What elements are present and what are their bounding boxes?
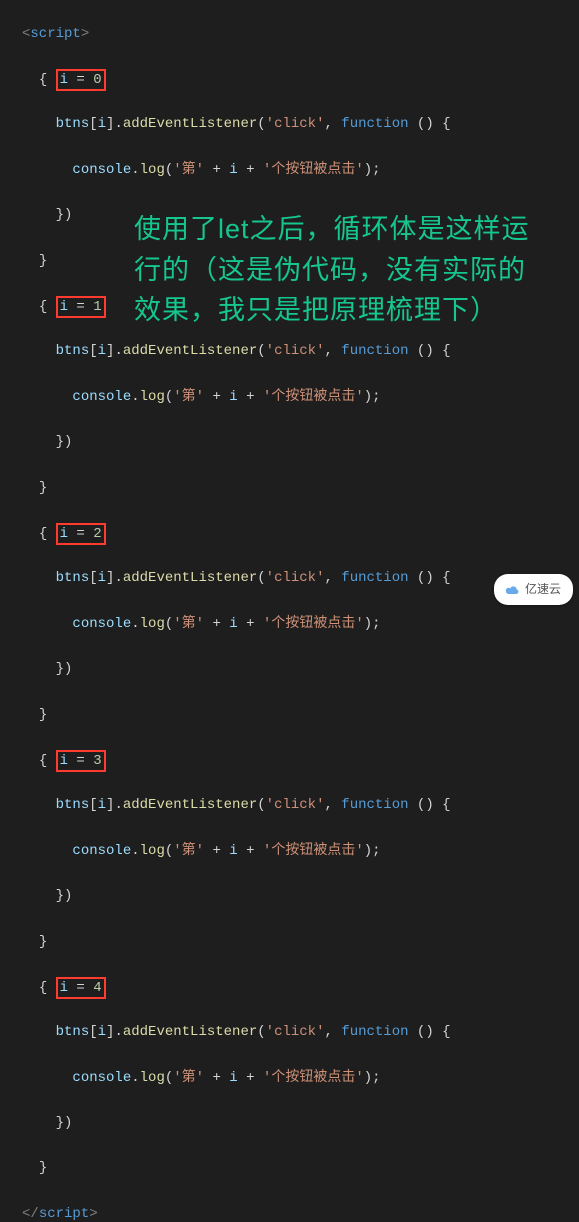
- watermark-badge: 亿速云: [494, 574, 573, 605]
- code-line: { i = 1: [22, 295, 579, 318]
- angle-bracket: >: [81, 26, 89, 42]
- angle-bracket: >: [89, 1206, 97, 1222]
- code-line: }: [22, 250, 579, 273]
- code-editor: <script> { i = 0 btns[i].addEventListene…: [0, 0, 579, 1222]
- code-line: { i = 3: [22, 749, 579, 772]
- code-line: }): [22, 1112, 579, 1135]
- code-line: }): [22, 431, 579, 454]
- code-line: { i = 2: [22, 522, 579, 545]
- code-line: { i = 0: [22, 68, 579, 91]
- code-line: }): [22, 658, 579, 681]
- code-line: btns[i].addEventListener('click', functi…: [22, 1021, 579, 1044]
- code-line: }): [22, 204, 579, 227]
- highlight-box: i = 3: [56, 750, 106, 772]
- code-line: btns[i].addEventListener('click', functi…: [22, 794, 579, 817]
- code-line: }): [22, 885, 579, 908]
- code-line: }: [22, 1157, 579, 1180]
- code-line: }: [22, 931, 579, 954]
- code-line: console.log('第' + i + '个按钮被点击');: [22, 613, 579, 636]
- code-line: console.log('第' + i + '个按钮被点击');: [22, 386, 579, 409]
- code-line: btns[i].addEventListener('click', functi…: [22, 340, 579, 363]
- code-line: { i = 4: [22, 976, 579, 999]
- highlight-box: i = 4: [56, 977, 106, 999]
- watermark-label: 亿速云: [525, 578, 561, 601]
- code-line: <script>: [22, 23, 579, 46]
- script-tag: script: [30, 26, 80, 42]
- angle-bracket: </: [22, 1206, 39, 1222]
- highlight-box: i = 1: [56, 296, 106, 318]
- script-tag: script: [39, 1206, 89, 1222]
- code-line: console.log('第' + i + '个按钮被点击');: [22, 840, 579, 863]
- code-line: }: [22, 477, 579, 500]
- highlight-box: i = 2: [56, 523, 106, 545]
- code-line: console.log('第' + i + '个按钮被点击');: [22, 1067, 579, 1090]
- code-line: </script>: [22, 1203, 579, 1222]
- cloud-icon: [504, 584, 520, 596]
- code-line: }: [22, 704, 579, 727]
- code-line: console.log('第' + i + '个按钮被点击');: [22, 159, 579, 182]
- highlight-box: i = 0: [56, 69, 106, 91]
- code-line: btns[i].addEventListener('click', functi…: [22, 113, 579, 136]
